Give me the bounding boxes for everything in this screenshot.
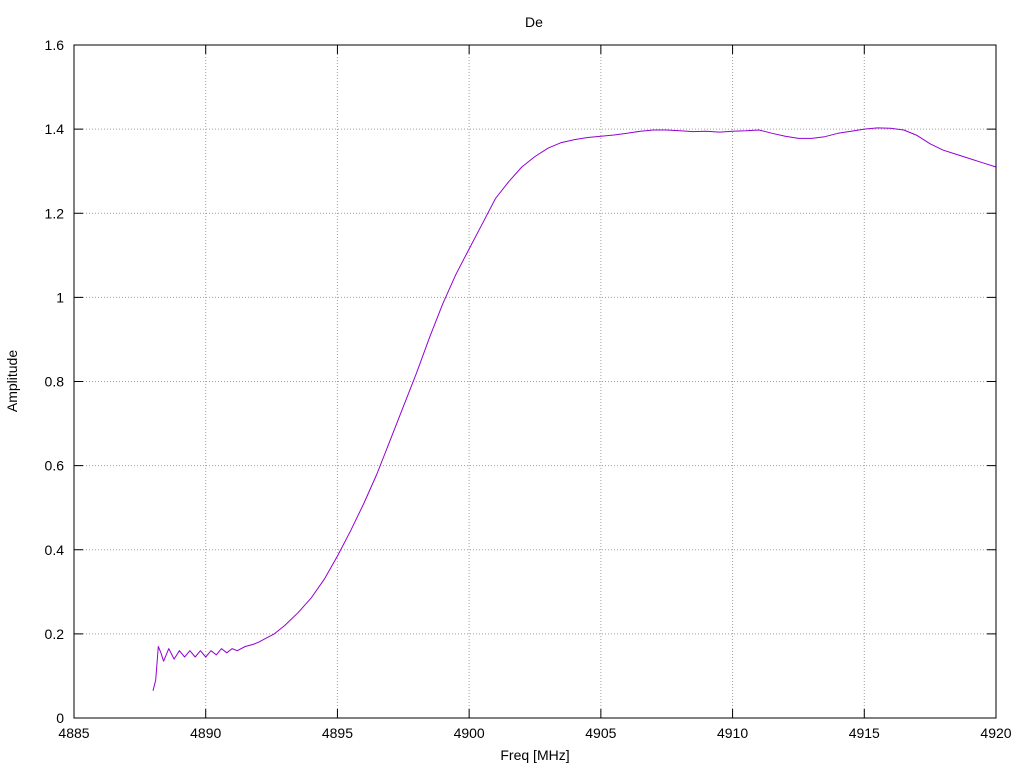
y-tick-label: 0.4 — [45, 542, 65, 558]
y-tick-label: 1 — [56, 289, 64, 305]
y-tick-label: 0 — [56, 710, 64, 726]
x-tick-label: 4885 — [58, 725, 89, 741]
x-tick-label: 4910 — [717, 725, 748, 741]
x-tick-label: 4890 — [190, 725, 221, 741]
y-axis-label: Amplitude — [4, 350, 20, 412]
y-tick-label: 0.6 — [45, 458, 65, 474]
x-axis-label: Freq [MHz] — [500, 747, 569, 763]
series-line — [152, 127, 997, 691]
line-chart: De 4885 4890 4895 4900 4905 4910 4915 4920 0 0.2… — [4, 14, 1012, 763]
series-layer — [152, 127, 997, 691]
x-tick-label: 4905 — [585, 725, 616, 741]
grid-lines — [74, 45, 996, 718]
y-tick-label: 1.2 — [45, 205, 65, 221]
y-axis: 0 0.2 0.4 0.6 0.8 1 1.2 1.4 1.6 — [45, 37, 996, 726]
x-tick-label: 4915 — [849, 725, 880, 741]
x-tick-label: 4895 — [322, 725, 353, 741]
chart-title: De — [525, 14, 543, 30]
y-tick-label: 0.2 — [45, 626, 65, 642]
x-tick-label: 4920 — [980, 725, 1011, 741]
y-tick-label: 0.8 — [45, 374, 65, 390]
y-tick-label: 1.6 — [45, 37, 65, 53]
x-axis: 4885 4890 4895 4900 4905 4910 4915 4920 — [58, 45, 1012, 741]
chart-container: De 4885 4890 4895 4900 4905 4910 4915 4920 0 0.2… — [0, 0, 1024, 768]
x-tick-label: 4900 — [454, 725, 485, 741]
y-tick-label: 1.4 — [45, 121, 65, 137]
